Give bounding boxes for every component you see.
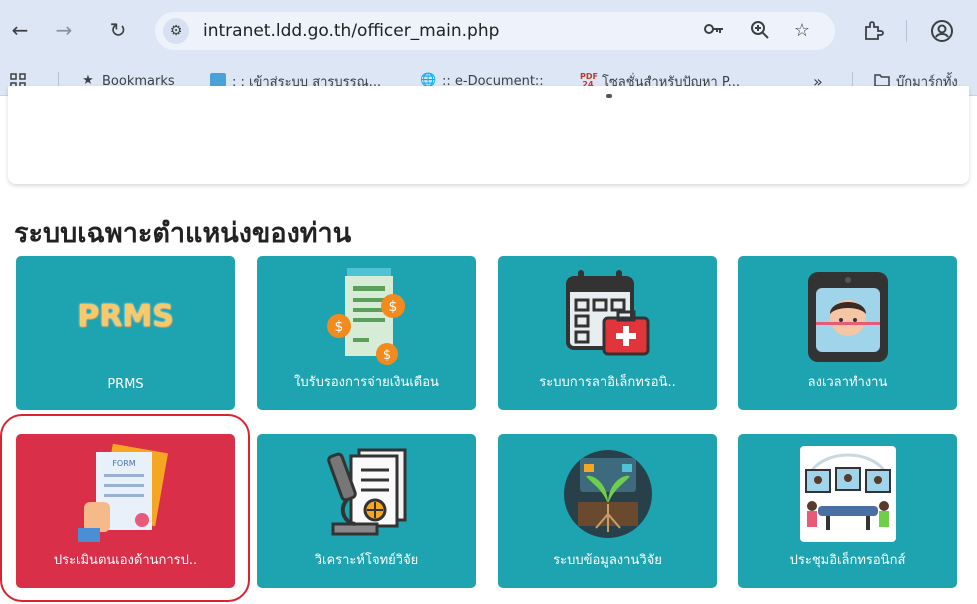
tile-label: ระบบการลาอิเล็กทรอนิ..	[539, 375, 676, 390]
tile-e-leave[interactable]: ระบบการลาอิเล็กทรอนิ..	[498, 256, 717, 410]
tile-label: ลงเวลาทำงาน	[807, 375, 888, 390]
video-meeting-icon	[798, 444, 898, 544]
tile-label: ประชุมอิเล็กทรอนิกส์	[789, 553, 906, 568]
prms-logo-text: PRMS	[77, 298, 174, 334]
reload-icon[interactable]: ↻	[106, 18, 130, 42]
tile-label: ระบบข้อมูลงานวิจัย	[553, 553, 662, 568]
tile-e-meeting[interactable]: ประชุมอิเล็กทรอนิกส์	[738, 434, 957, 588]
url-text[interactable]: intranet.ldd.go.th/officer_main.php	[203, 21, 499, 41]
face-scan-icon	[798, 266, 898, 366]
tile-label: PRMS	[107, 377, 144, 392]
back-arrow-icon[interactable]: ←	[8, 18, 32, 42]
bookmark-star-icon[interactable]: ☆	[791, 20, 813, 41]
forward-arrow-icon[interactable]: →	[52, 18, 76, 42]
tile-prms[interactable]: PRMS PRMS	[16, 256, 235, 410]
site-settings-icon[interactable]: ⚙	[163, 18, 189, 44]
section-title: ระบบเฉพาะตำแหน่งของท่าน	[14, 218, 352, 249]
info-card	[8, 86, 969, 184]
svg-text:$: $	[334, 319, 343, 335]
profile-icon[interactable]	[930, 19, 954, 48]
tile-salary-certificate[interactable]: $ $ $ ใบรับรองการจ่ายเงินเดือน	[257, 256, 476, 410]
tile-time-attendance[interactable]: ลงเวลาทำงาน	[738, 256, 957, 410]
tile-label: ใบรับรองการจ่ายเงินเดือน	[294, 375, 439, 390]
browser-toolbar: ← → ↻ ⚙ intranet.ldd.go.th/officer_main.…	[0, 0, 977, 64]
calendar-medical-icon	[558, 266, 658, 366]
salary-certificate-icon: $ $ $	[317, 266, 417, 366]
tile-research-analysis[interactable]: วิเคราะห์โจทย์วิจัย	[257, 434, 476, 588]
zoom-icon[interactable]	[749, 20, 771, 45]
password-key-icon[interactable]	[703, 20, 725, 43]
microscope-document-icon	[317, 444, 417, 544]
page-content: ระบบเฉพาะตำแหน่งของท่าน PRMS PRMS $ $ $	[0, 86, 977, 604]
tile-label: วิเคราะห์โจทย์วิจัย	[314, 553, 419, 568]
plant-research-icon	[558, 444, 658, 544]
toolbar-divider	[906, 20, 907, 42]
highlight-circle	[0, 414, 250, 602]
tile-research-database[interactable]: ระบบข้อมูลงานวิจัย	[498, 434, 717, 588]
prms-logo: PRMS	[76, 266, 176, 366]
address-bar[interactable]: ⚙ intranet.ldd.go.th/officer_main.php ☆	[155, 12, 835, 50]
extensions-icon[interactable]	[862, 19, 884, 46]
svg-text:$: $	[388, 299, 397, 315]
card-mark	[606, 94, 612, 98]
svg-text:$: $	[382, 348, 390, 363]
